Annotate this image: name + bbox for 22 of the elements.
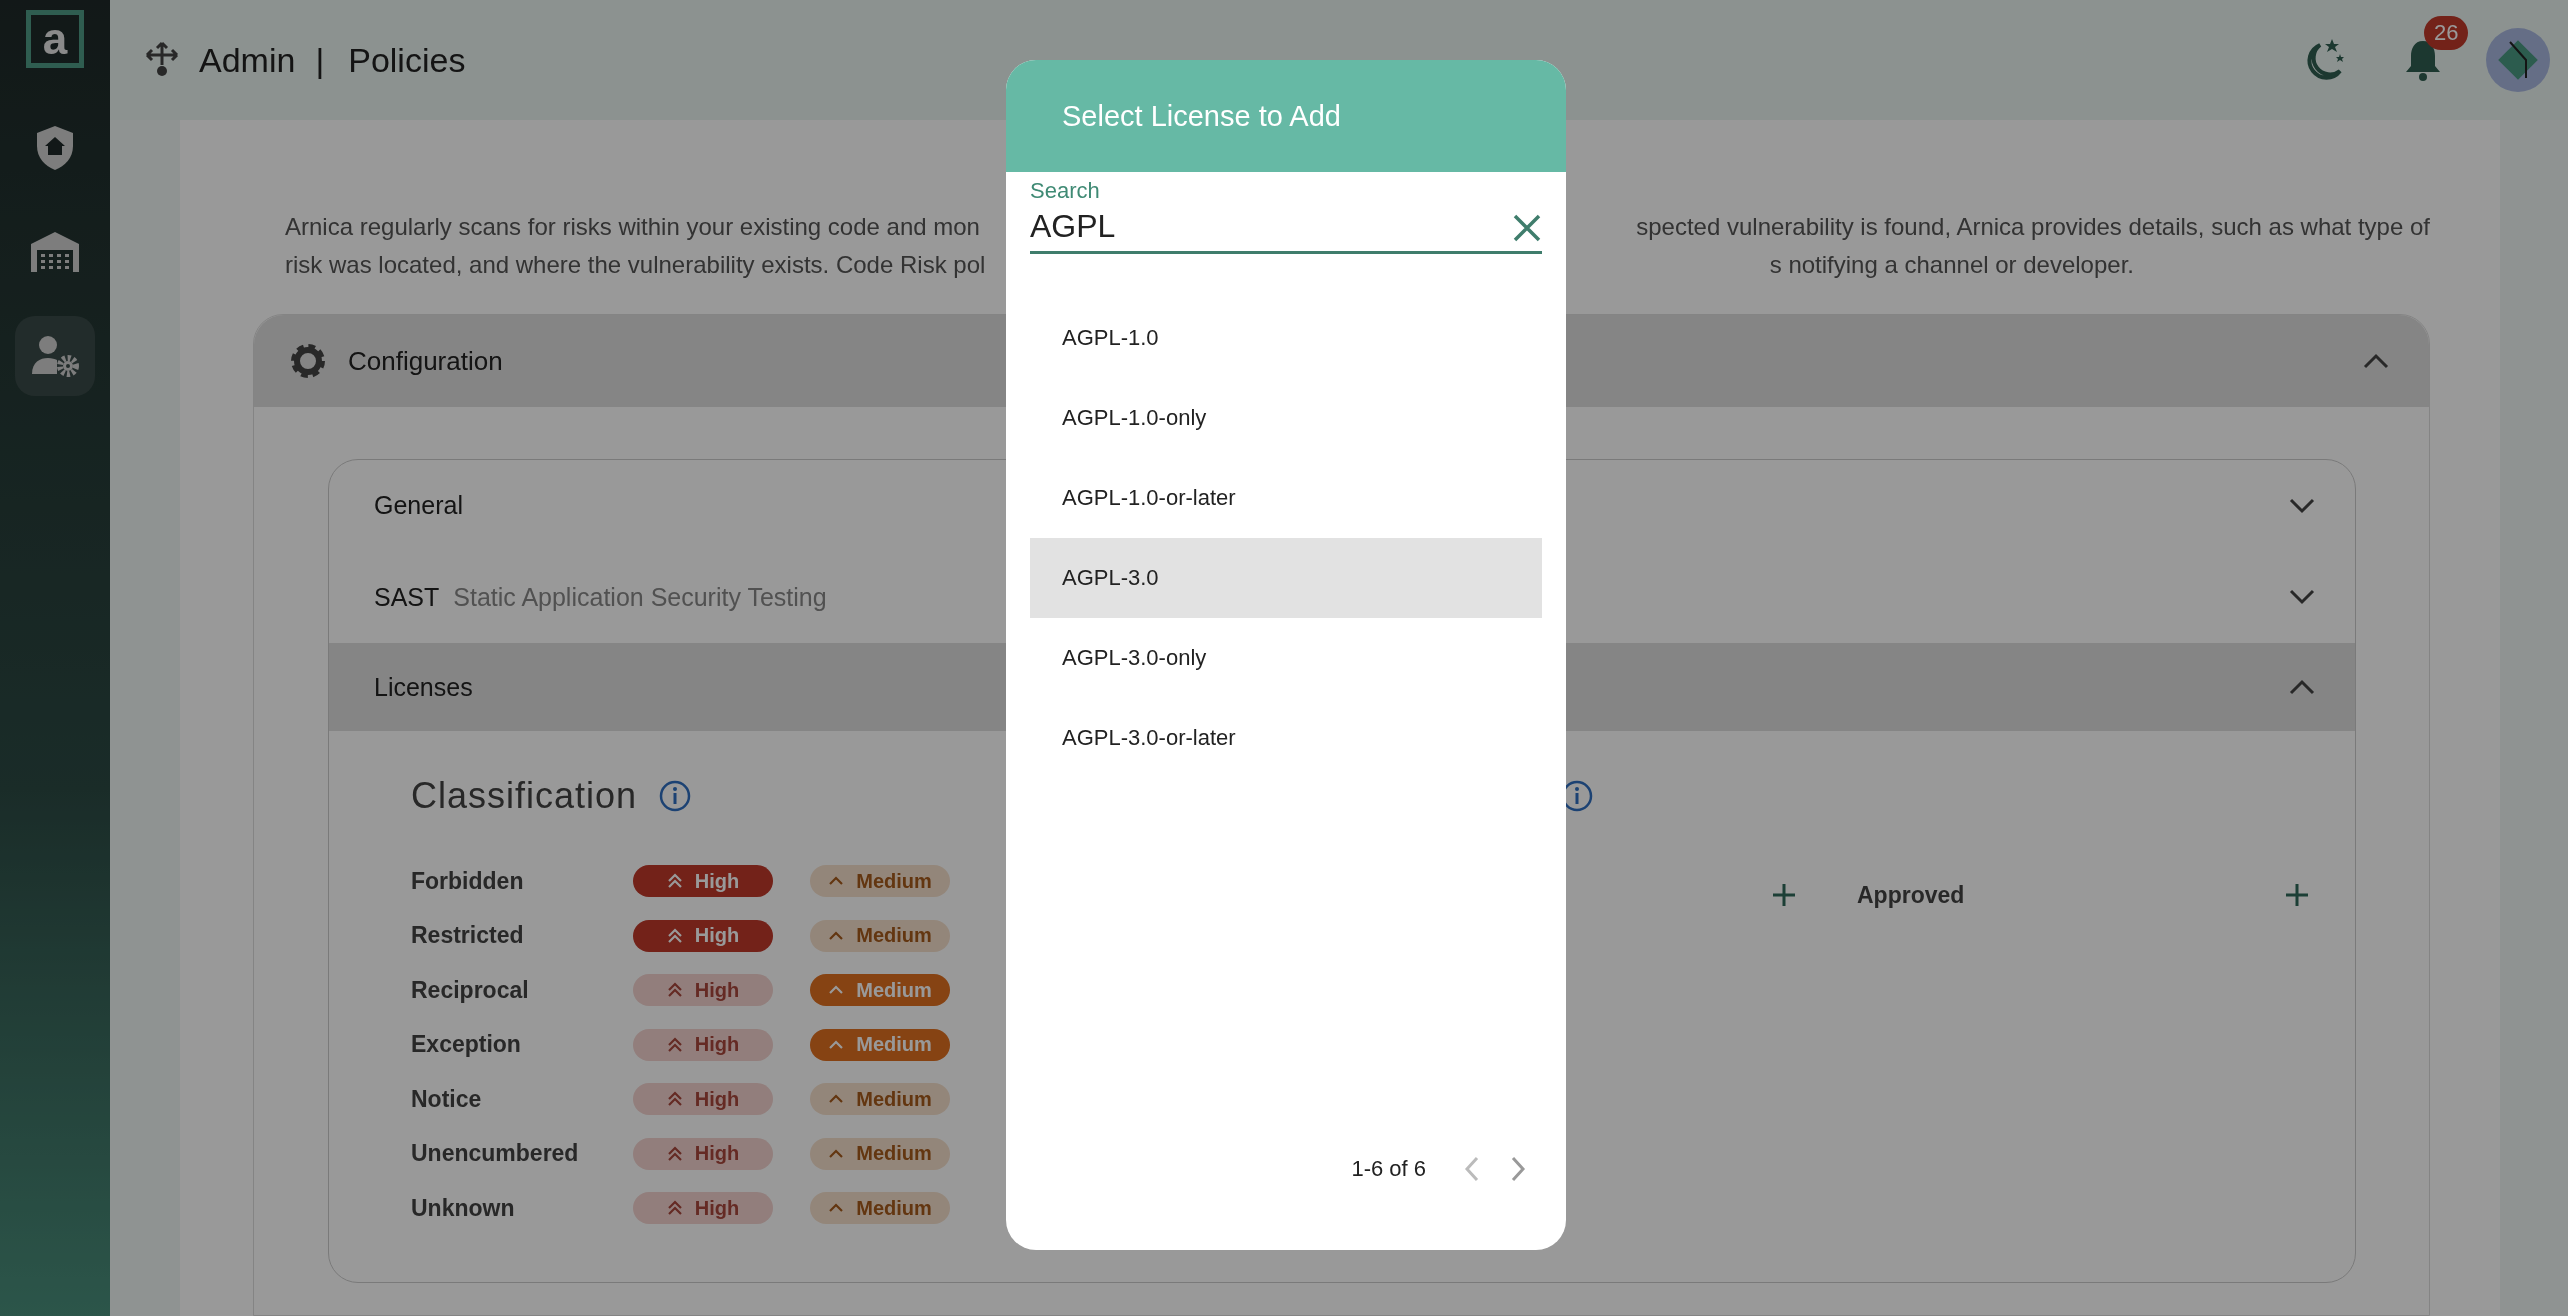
page-title: Policies	[348, 40, 466, 80]
configuration-title: Configuration	[348, 345, 503, 377]
title-separator: |	[315, 40, 325, 80]
classification-label: Exception	[411, 1031, 522, 1059]
classification-label: Notice	[411, 1085, 483, 1113]
classification-label: Forbidden	[411, 867, 525, 895]
description-text: Arnica regularly scans for risks within your existing code and mon	[285, 212, 980, 242]
notification-count: 26	[2424, 16, 2469, 50]
classification-label: Reciprocal	[411, 976, 530, 1004]
description-text: spected vulnerability is found, Arnica provides details, such as what type of	[1636, 212, 2430, 242]
search-label: Search	[1030, 178, 1101, 204]
classification-title: Classification	[411, 775, 638, 817]
section-title: Admin	[199, 40, 296, 80]
description-text: risk was located, and where the vulnerability exists. Code Risk pol	[285, 250, 986, 280]
classification-label: Unencumbered	[411, 1140, 580, 1168]
pagination-range: 1-6 of 6	[1351, 1156, 1426, 1182]
dialog-title: Select License to Add	[1062, 99, 1341, 133]
classification-label: Unknown	[411, 1194, 516, 1222]
description-text: s notifying a channel or developer.	[1769, 250, 2134, 280]
section-subtitle: Static Application Security Testing	[453, 582, 827, 612]
classification-label: Restricted	[411, 922, 525, 950]
approved-label: Approved	[1857, 881, 1965, 909]
